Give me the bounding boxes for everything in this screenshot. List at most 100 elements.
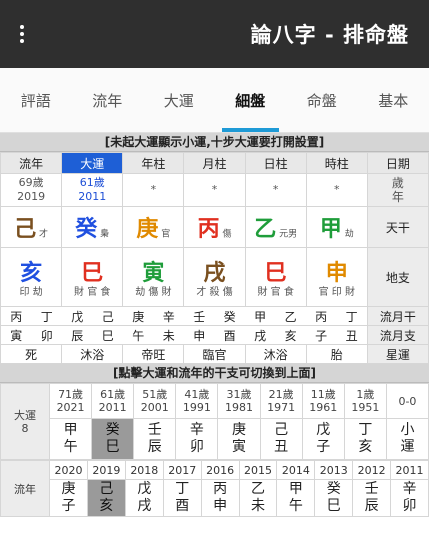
xingyun-cell: 帝旺 [122,344,185,364]
liunian-ganzhi-cell[interactable]: 甲午 [276,479,316,517]
liuyue-gan: 壬 [193,309,206,324]
row-label-xingyun: 星運 [366,344,429,364]
dizhi-cell[interactable]: 亥印 劫 [0,247,63,307]
liuyue-zhi: 卯 [40,328,53,343]
dayun-table: 0-0 1歲 1951 11歲 1961 21歲 1971 31歲 1981 41歲 1991 51歲… [0,383,429,460]
liunian-year-cell: 2015 [238,460,278,480]
tab-4[interactable]: 流年 [72,68,144,132]
liuyue-zhi: 午 [132,328,145,343]
liuyue-zhi: 丑 [345,328,358,343]
liunian-year-cell: 2012 [352,460,392,480]
liunian-ganzhi-cell[interactable]: 庚子 [49,479,88,517]
liunian-ganzhi-cell[interactable]: 壬辰 [352,479,392,517]
dayun-age-cell: 61歲 2011 [91,383,135,419]
liuyue-gan: 癸 [223,309,236,324]
liunian-year-cell: 2016 [200,460,240,480]
liuyue-gan: 己 [101,309,114,324]
liuyue-gan: 乙 [284,309,297,324]
dayun-ganzhi-cell[interactable]: 甲午 [48,418,93,460]
liunian-ganzhi-cell[interactable]: 乙未 [238,479,278,517]
tiangan-cell[interactable]: 己 才 [0,206,63,248]
column-header: 年柱 [122,152,185,174]
tiangan-cell[interactable]: 癸 梟 [61,206,124,248]
liuyue-zhi: 亥 [284,328,297,343]
column-header: 日柱 [244,152,307,174]
dayun-ganzhi-cell[interactable]: 壬辰 [133,418,177,460]
app-bar: 論八字 - 排命盤 [0,0,429,68]
tiangan-cell[interactable]: 甲 劫 [305,206,368,248]
dayun-age-cell: 71歲 2021 [48,383,93,419]
dayun-ganzhi-cell[interactable]: 癸巳 [91,418,135,460]
liunian-ganzhi-cell[interactable]: 戊戌 [124,479,164,517]
xingyun-cell: 胎 [305,344,368,364]
page-title: 論八字 - 排命盤 [250,23,409,47]
xingyun-cell: 死 [0,344,63,364]
liunian-label: 流年 [0,460,50,517]
dizhi-cell[interactable]: 申官 印 財 [305,247,368,307]
dizhi-cell[interactable]: 戌才 殺 傷 [183,247,246,307]
liunian-table: 2011 2012 2013 2014 2015 2016 2017 2018 2019 2020… [0,460,429,517]
tab-3[interactable]: 大運 [143,68,215,132]
dayun-age-cell: 41歲 1991 [175,383,219,419]
dayun-ganzhi-cell[interactable]: 己丑 [259,418,303,460]
dayun-age-cell: 21歲 1971 [259,383,303,419]
liunian-ganzhi-cell[interactable]: 癸巳 [314,479,354,517]
column-header: 流年 [0,152,63,174]
liuyue-gan: 丁 [40,309,53,324]
liuyue-gan: 丙 [10,309,23,324]
dizhi-cell[interactable]: 寅劫 傷 財 [122,247,185,307]
dayun-age-cell: 51歲 2001 [133,383,177,419]
row-label-liuyue-zhi: 流月支 [366,325,429,345]
column-header: 大運 [61,152,124,174]
liunian-year-cell: 2011 [390,460,429,480]
tiangan-cell[interactable]: 庚 官 [122,206,185,248]
liuyue-gan: 甲 [254,309,267,324]
tiangan-cell[interactable]: 丙 傷 [183,206,246,248]
row-label-dizhi: 地支 [366,247,429,307]
liuyue-gan: 丙 [315,309,328,324]
liunian-year-cell: 2017 [162,460,202,480]
age-cell: * [122,173,185,207]
liunian-ganzhi-cell[interactable]: 己亥 [86,479,126,517]
tab-1[interactable]: 命盤 [286,68,358,132]
row-label-liuyue-gan: 流月干 [366,306,429,326]
row-label-age: 歲年 [366,173,429,207]
liuyue-zhi: 寅 [10,328,23,343]
liunian-ganzhi-cell[interactable]: 丁酉 [162,479,202,517]
liunian-ganzhi-cell[interactable]: 丙申 [200,479,240,517]
dayun-ganzhi-cell[interactable]: 庚寅 [217,418,261,460]
tab-5[interactable]: 評語 [0,68,72,132]
dizhi-cell[interactable]: 巳財 官 食 [244,247,307,307]
liunian-year-cell: 2014 [276,460,316,480]
overflow-menu-button[interactable] [0,25,44,43]
liuyue-zhi-list: 丑子亥戌酉申未午巳辰卯寅 [0,325,368,345]
dayun-age-cell: 0-0 [385,383,429,419]
tab-0[interactable]: 基本 [358,68,429,132]
liunian-year-cell: 2013 [314,460,354,480]
dizhi-cell[interactable]: 巳財 官 食 [61,247,124,307]
liuyue-zhi: 酉 [223,328,236,343]
liuyue-gan-list: 丁丙乙甲癸壬辛庚己戊丁丙 [0,306,368,326]
tiangan-cell[interactable]: 乙 元男 [244,206,307,248]
age-cell: * [305,173,368,207]
dayun-ganzhi-cell[interactable]: 戊子 [301,418,345,460]
liuyue-zhi: 子 [315,328,328,343]
liuyue-gan: 庚 [132,309,145,324]
dayun-ganzhi-cell[interactable]: 丁亥 [343,418,387,460]
column-header: 日期 [366,152,429,174]
column-header: 時柱 [305,152,368,174]
more-vert-icon [20,25,24,43]
age-cell: * [183,173,246,207]
dayun-ganzhi-cell[interactable]: 辛卯 [175,418,219,460]
xingyun-cell: 沐浴 [244,344,307,364]
liunian-ganzhi-cell[interactable]: 辛卯 [390,479,429,517]
liuyue-zhi: 巳 [101,328,114,343]
tab-2[interactable]: 細盤 [215,68,287,132]
row-label-tiangan: 天干 [366,206,429,248]
dayun-ganzhi-cell[interactable]: 小運 [385,418,429,460]
liuyue-zhi: 辰 [71,328,84,343]
liuyue-gan: 戊 [71,309,84,324]
liuyue-gan: 辛 [162,309,175,324]
liunian-year-cell: 2018 [124,460,164,480]
liuyue-zhi: 申 [193,328,206,343]
